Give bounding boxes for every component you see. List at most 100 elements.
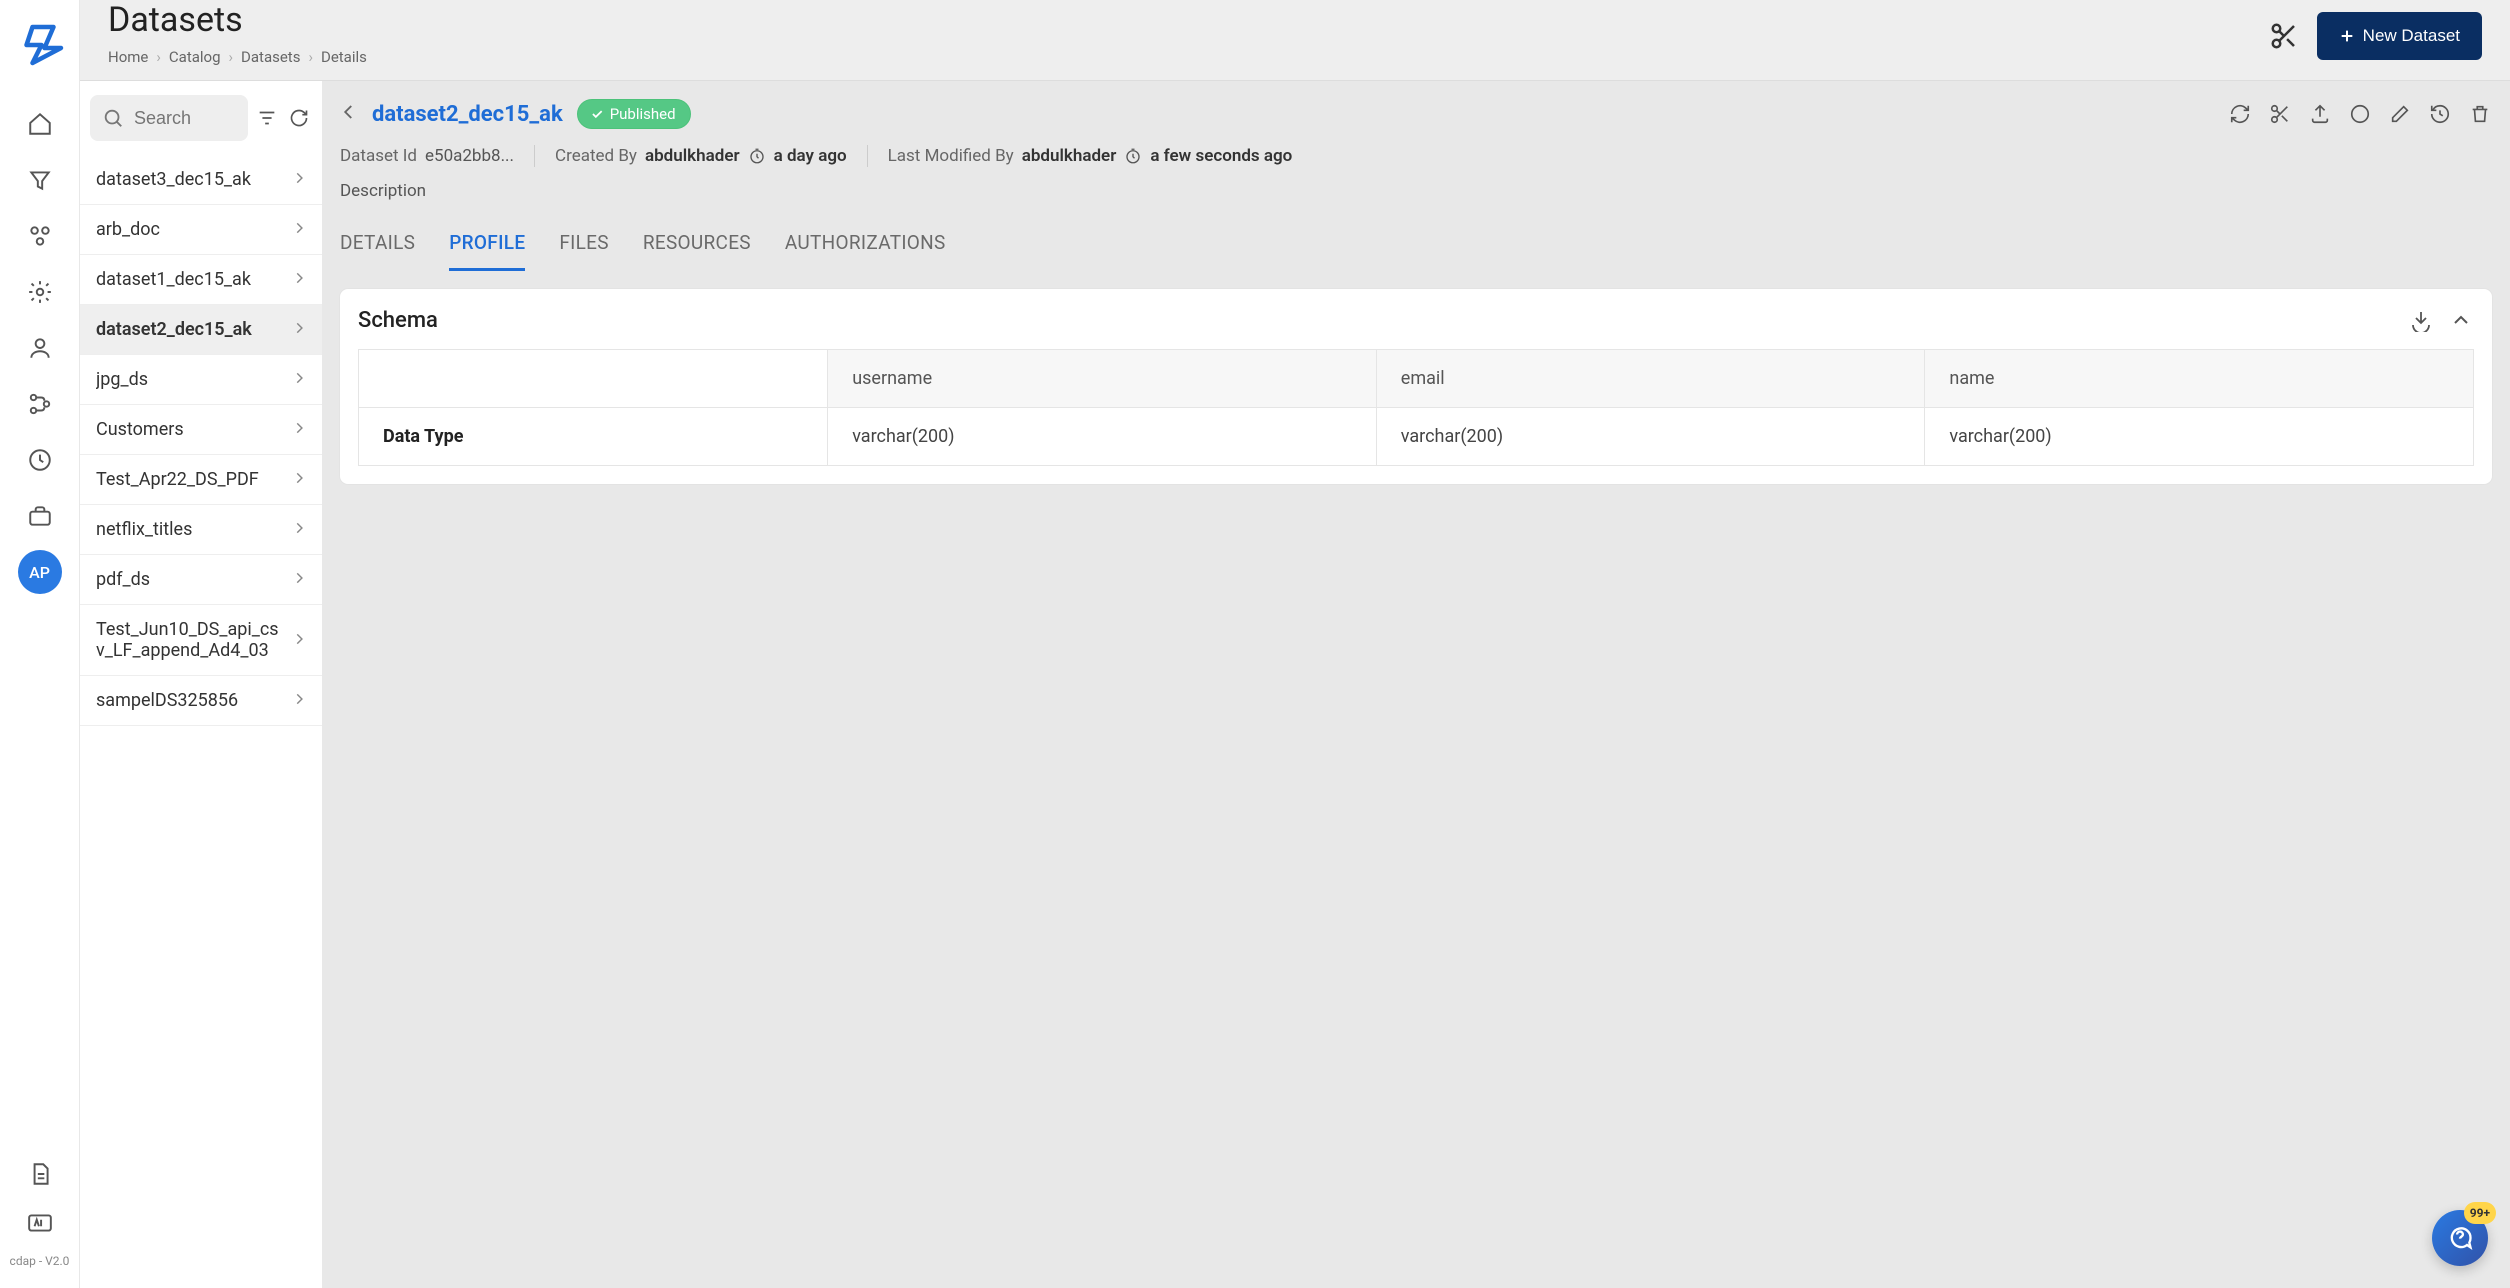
back-button[interactable] — [340, 103, 358, 125]
sync-icon[interactable] — [2228, 102, 2252, 126]
breadcrumb-home[interactable]: Home — [108, 48, 148, 66]
sidebar-item[interactable]: jpg_ds — [80, 355, 322, 405]
schema-header-blank — [359, 350, 828, 408]
sidebar-item-label: jpg_ds — [96, 369, 148, 390]
sidebar-item[interactable]: netflix_titles — [80, 505, 322, 555]
sidebar-item-label: pdf_ds — [96, 569, 150, 590]
user-avatar[interactable]: AP — [18, 550, 62, 594]
chevron-right-icon — [292, 519, 306, 540]
nav-document-icon[interactable] — [18, 1152, 62, 1196]
sidebar-item[interactable]: arb_doc — [80, 205, 322, 255]
tabs: DETAILS PROFILE FILES RESOURCES AUTHORIZATIO… — [340, 231, 2492, 271]
nav-clock-icon[interactable] — [18, 438, 62, 482]
tab-profile[interactable]: PROFILE — [449, 231, 525, 271]
created-by-label: Created By — [555, 146, 637, 166]
sidebar-item-label: dataset3_dec15_ak — [96, 169, 251, 190]
sidebar-item-label: sampelDS325856 — [96, 690, 238, 711]
nav-cluster-icon[interactable] — [18, 214, 62, 258]
search-wrap[interactable] — [90, 95, 248, 141]
breadcrumb-catalog[interactable]: Catalog — [169, 48, 221, 66]
sidebar-item-label: Customers — [96, 419, 184, 440]
sidebar-item[interactable]: dataset1_dec15_ak — [80, 255, 322, 305]
breadcrumb: Home › Catalog › Datasets › Details — [108, 48, 2269, 66]
modified-by-label: Last Modified By — [888, 146, 1014, 166]
tab-authorizations[interactable]: AUTHORIZATIONS — [785, 231, 946, 271]
content-panel: dataset2_dec15_ak Published — [322, 81, 2510, 1288]
schema-col-2: name — [1925, 350, 2474, 408]
sidebar-item[interactable]: dataset2_dec15_ak — [80, 305, 322, 355]
created-by-block: Created By abdulkhader a day ago — [555, 146, 847, 166]
help-count-badge: 99+ — [2464, 1202, 2496, 1224]
nav-branch-icon[interactable] — [18, 382, 62, 426]
status-text: Published — [610, 105, 676, 123]
dataset-name: dataset2_dec15_ak — [372, 102, 563, 127]
cut-icon[interactable] — [2268, 102, 2292, 126]
help-fab[interactable]: 99+ — [2432, 1210, 2488, 1266]
nav-briefcase-icon[interactable] — [18, 494, 62, 538]
new-dataset-label: New Dataset — [2363, 26, 2460, 46]
upload-icon[interactable] — [2308, 102, 2332, 126]
download-icon[interactable] — [2408, 307, 2434, 333]
chevron-right-icon — [292, 369, 306, 390]
chevron-right-icon — [292, 469, 306, 490]
schema-title: Schema — [358, 308, 438, 333]
search-input[interactable] — [134, 108, 236, 129]
refresh-icon[interactable] — [286, 105, 312, 131]
check-icon — [590, 107, 604, 121]
new-dataset-button[interactable]: New Dataset — [2317, 12, 2482, 60]
sidebar-item-label: dataset1_dec15_ak — [96, 269, 251, 290]
sidebar-item[interactable]: Test_Jun10_DS_api_csv_LF_append_Ad4_03 — [80, 605, 322, 676]
divider — [867, 145, 868, 167]
sidebar-item[interactable]: pdf_ds — [80, 555, 322, 605]
schema-col-1: email — [1376, 350, 1925, 408]
schema-card: Schema username email name — [340, 289, 2492, 484]
search-icon — [102, 107, 124, 129]
edit-icon[interactable] — [2388, 102, 2412, 126]
sidebar-item[interactable]: Customers — [80, 405, 322, 455]
sidebar-item-label: arb_doc — [96, 219, 160, 240]
chevron-right-icon — [292, 269, 306, 290]
sidebar-item[interactable]: dataset3_dec15_ak — [80, 155, 322, 205]
clock-icon — [748, 147, 766, 165]
clock-icon — [1124, 147, 1142, 165]
sidebar-item-label: Test_Apr22_DS_PDF — [96, 469, 259, 490]
circle-icon[interactable] — [2348, 102, 2372, 126]
tab-resources[interactable]: RESOURCES — [643, 231, 751, 271]
modified-by-time: a few seconds ago — [1150, 146, 1292, 166]
schema-row-header: Data Type — [359, 408, 828, 466]
app-logo — [16, 18, 64, 66]
sidebar-item[interactable]: Test_Apr22_DS_PDF — [80, 455, 322, 505]
dataset-list: dataset3_dec15_ak arb_doc dataset1_dec15_a… — [80, 155, 322, 1288]
dataset-id-block: Dataset Id e50a2bb8... — [340, 146, 514, 166]
dataset-id-value: e50a2bb8... — [425, 146, 514, 166]
tab-files[interactable]: FILES — [559, 231, 608, 271]
chevron-right-icon — [292, 219, 306, 240]
chevron-right-icon — [292, 569, 306, 590]
collapse-icon[interactable] — [2448, 307, 2474, 333]
schema-val-2: varchar(200) — [1925, 408, 2474, 466]
chevron-right-icon: › — [156, 48, 161, 66]
sidebar-item[interactable]: sampelDS325856 — [80, 676, 322, 726]
nav-funnel-icon[interactable] — [18, 158, 62, 202]
filter-icon[interactable] — [254, 105, 280, 131]
breadcrumb-current: Details — [321, 48, 367, 66]
breadcrumb-datasets[interactable]: Datasets — [241, 48, 300, 66]
created-by-user: abdulkhader — [645, 146, 740, 166]
chevron-right-icon — [292, 419, 306, 440]
delete-icon[interactable] — [2468, 102, 2492, 126]
dataset-sidebar: dataset3_dec15_ak arb_doc dataset1_dec15_a… — [80, 81, 322, 1288]
nav-rail: AP cdap - V2.0 — [0, 0, 80, 1288]
nav-user-icon[interactable] — [18, 326, 62, 370]
chevron-right-icon — [292, 169, 306, 190]
scissors-icon[interactable] — [2269, 21, 2299, 51]
nav-text-icon[interactable] — [18, 1208, 62, 1238]
history-icon[interactable] — [2428, 102, 2452, 126]
created-by-time: a day ago — [774, 146, 847, 166]
chevron-right-icon — [292, 319, 306, 340]
tab-details[interactable]: DETAILS — [340, 231, 415, 271]
sidebar-item-label: netflix_titles — [96, 519, 192, 540]
chevron-right-icon — [292, 690, 306, 711]
nav-settings-icon[interactable] — [18, 270, 62, 314]
nav-home-icon[interactable] — [18, 102, 62, 146]
chevron-right-icon — [292, 630, 306, 651]
